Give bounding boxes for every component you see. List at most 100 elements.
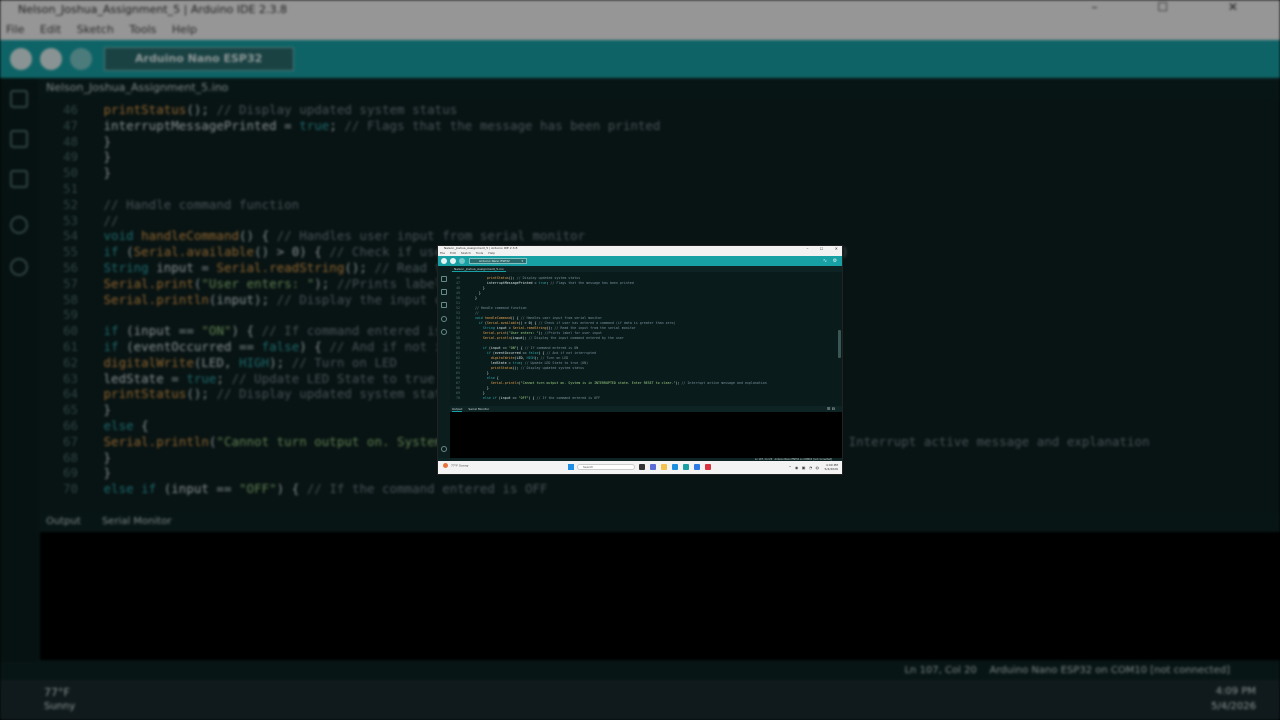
line-number: 51	[62, 180, 78, 196]
code-token: // If the command entered is OFF	[306, 481, 548, 497]
code-line[interactable]: 49 }	[40, 149, 1280, 165]
code-token: "User enters: "	[201, 275, 315, 291]
menu-file[interactable]: File	[440, 251, 445, 255]
line-number: 61	[62, 338, 78, 354]
editor-scrollbar[interactable]	[838, 330, 841, 358]
app-icon-2[interactable]	[694, 464, 700, 470]
code-token: }	[96, 165, 112, 181]
search-icon[interactable]	[441, 329, 447, 335]
bg-board-status: Arduino Nano ESP32 on COM10 [not connect…	[989, 665, 1230, 676]
windows-start-icon[interactable]	[568, 464, 574, 470]
code-token: if	[103, 338, 119, 354]
code-token: }	[467, 371, 489, 375]
code-editor[interactable]: 46 printStatus(); // Display updated sys…	[450, 276, 842, 404]
task-view-icon[interactable]	[639, 464, 645, 470]
library-manager-icon[interactable]	[441, 302, 447, 308]
code-line[interactable]: 51	[40, 181, 1280, 197]
bg-menu-edit: Edit	[39, 23, 62, 36]
tab-serial-monitor[interactable]: Serial Monitor	[468, 407, 489, 411]
bg-menu-file: File	[6, 23, 25, 36]
code-token: true	[512, 361, 521, 365]
code-token: () {	[239, 228, 277, 244]
code-token: digitalWrite	[490, 356, 515, 360]
code-line[interactable]: 70 else if (input == "OFF") { // If the …	[40, 481, 1280, 497]
system-tray-icons[interactable]: ⌃ ◉ ▣ ◔ ◍	[788, 465, 820, 470]
edge-icon[interactable]	[672, 464, 678, 470]
line-number: 52	[62, 196, 78, 212]
code-line[interactable]: 46 printStatus(); // Display updated sys…	[40, 102, 1280, 118]
code-token: "User enters: "	[508, 331, 539, 335]
code-token: () > 0) {	[518, 321, 539, 325]
serial-plotter-icon[interactable]: ∿	[822, 258, 828, 264]
arduino-icon[interactable]	[683, 464, 689, 470]
app-icon-1[interactable]	[650, 464, 656, 470]
board-selector[interactable]: Arduino Nano ESP32 ▾	[469, 258, 527, 264]
bg-board-selector: Arduino Nano ESP32	[104, 47, 294, 71]
line-number: 57	[62, 275, 78, 291]
code-line[interactable]: 47 interruptMessagePrinted = true; // Fl…	[40, 118, 1280, 134]
code-token: printStatus	[103, 386, 187, 402]
line-number: 69	[62, 465, 78, 481]
code-line[interactable]: 48 }	[40, 134, 1280, 150]
menu-edit[interactable]: Edit	[450, 251, 456, 255]
app-icon-3[interactable]	[705, 464, 711, 470]
sketchbook-icon[interactable]	[441, 276, 447, 282]
ide-window: Nelson_Joshua_Assignment_5 | Arduino IDE…	[438, 246, 842, 474]
code-line[interactable]: 53 //	[40, 213, 1280, 229]
code-token: ();	[508, 276, 517, 280]
code-token: ();	[512, 366, 521, 370]
line-number: 68	[62, 449, 78, 465]
code-token: Serial.available	[486, 321, 519, 325]
code-line[interactable]: 54 void handleCommand() { // Handles use…	[40, 228, 1280, 244]
bg-weather-temp: 77°F	[44, 686, 70, 699]
line-number: 48	[62, 133, 78, 149]
menu-help[interactable]: Help	[488, 251, 495, 255]
code-token: }	[96, 149, 112, 165]
upload-button[interactable]	[450, 258, 456, 264]
code-line[interactable]: 52 // Handle command function	[40, 197, 1280, 213]
board-name: Arduino Nano ESP32	[479, 259, 510, 263]
bg-search-icon	[10, 258, 28, 276]
code-token: }	[96, 465, 112, 481]
verify-button[interactable]	[441, 258, 447, 264]
account-icon[interactable]	[441, 446, 447, 452]
bg-upload-icon	[40, 48, 62, 70]
clock[interactable]: 4:09 PM 5/4/2026	[825, 463, 838, 471]
code-token: (eventOccurred ==	[490, 351, 529, 355]
code-token: (input ==	[486, 346, 509, 350]
serial-monitor-icon[interactable]: ⚙	[832, 258, 838, 264]
code-token: ;	[216, 370, 232, 386]
code-line[interactable]: 50 }	[40, 165, 1280, 181]
code-token: () {	[510, 316, 521, 320]
code-token: ) {	[528, 396, 537, 400]
menu-tools[interactable]: Tools	[476, 251, 483, 255]
menu-sketch[interactable]: Sketch	[461, 251, 471, 255]
bg-sketchbook-icon	[10, 90, 28, 108]
line-number: 46	[62, 102, 78, 117]
boards-manager-icon[interactable]	[441, 289, 447, 295]
code-token: ledState =	[467, 361, 513, 365]
file-explorer-icon[interactable]	[661, 464, 667, 470]
code-token: }	[96, 449, 112, 465]
code-token: // Display the input command entered by …	[528, 336, 624, 340]
weather-widget[interactable]: 77°F Sunny	[443, 463, 468, 468]
code-token: // Display updated system status	[216, 102, 458, 117]
weather-temp: 77°F	[450, 463, 459, 468]
line-number: 49	[62, 149, 78, 165]
debug-icon[interactable]	[441, 316, 447, 322]
file-tab[interactable]: Nelson_Joshua_Assignment_5.ino	[452, 266, 506, 272]
code-line[interactable]: 70 else if (input == "OFF") { // If the …	[450, 396, 842, 401]
taskbar: 77°F Sunny Search ⌃ ◉ ▣ ◔ ◍ 4:09 PM 5/4/…	[438, 461, 842, 474]
line-number: 55	[62, 244, 78, 260]
code-token: // And if not interrupted	[546, 351, 597, 355]
debug-button[interactable]	[459, 258, 465, 264]
code-token: // Interrupt active message and explanat…	[681, 381, 767, 385]
code-token: ) {	[516, 346, 525, 350]
taskbar-search[interactable]: Search	[577, 464, 635, 470]
sun-icon	[443, 463, 448, 468]
bg-tab-bar: Nelson_Joshua_Assignment_5.ino	[0, 78, 1280, 100]
